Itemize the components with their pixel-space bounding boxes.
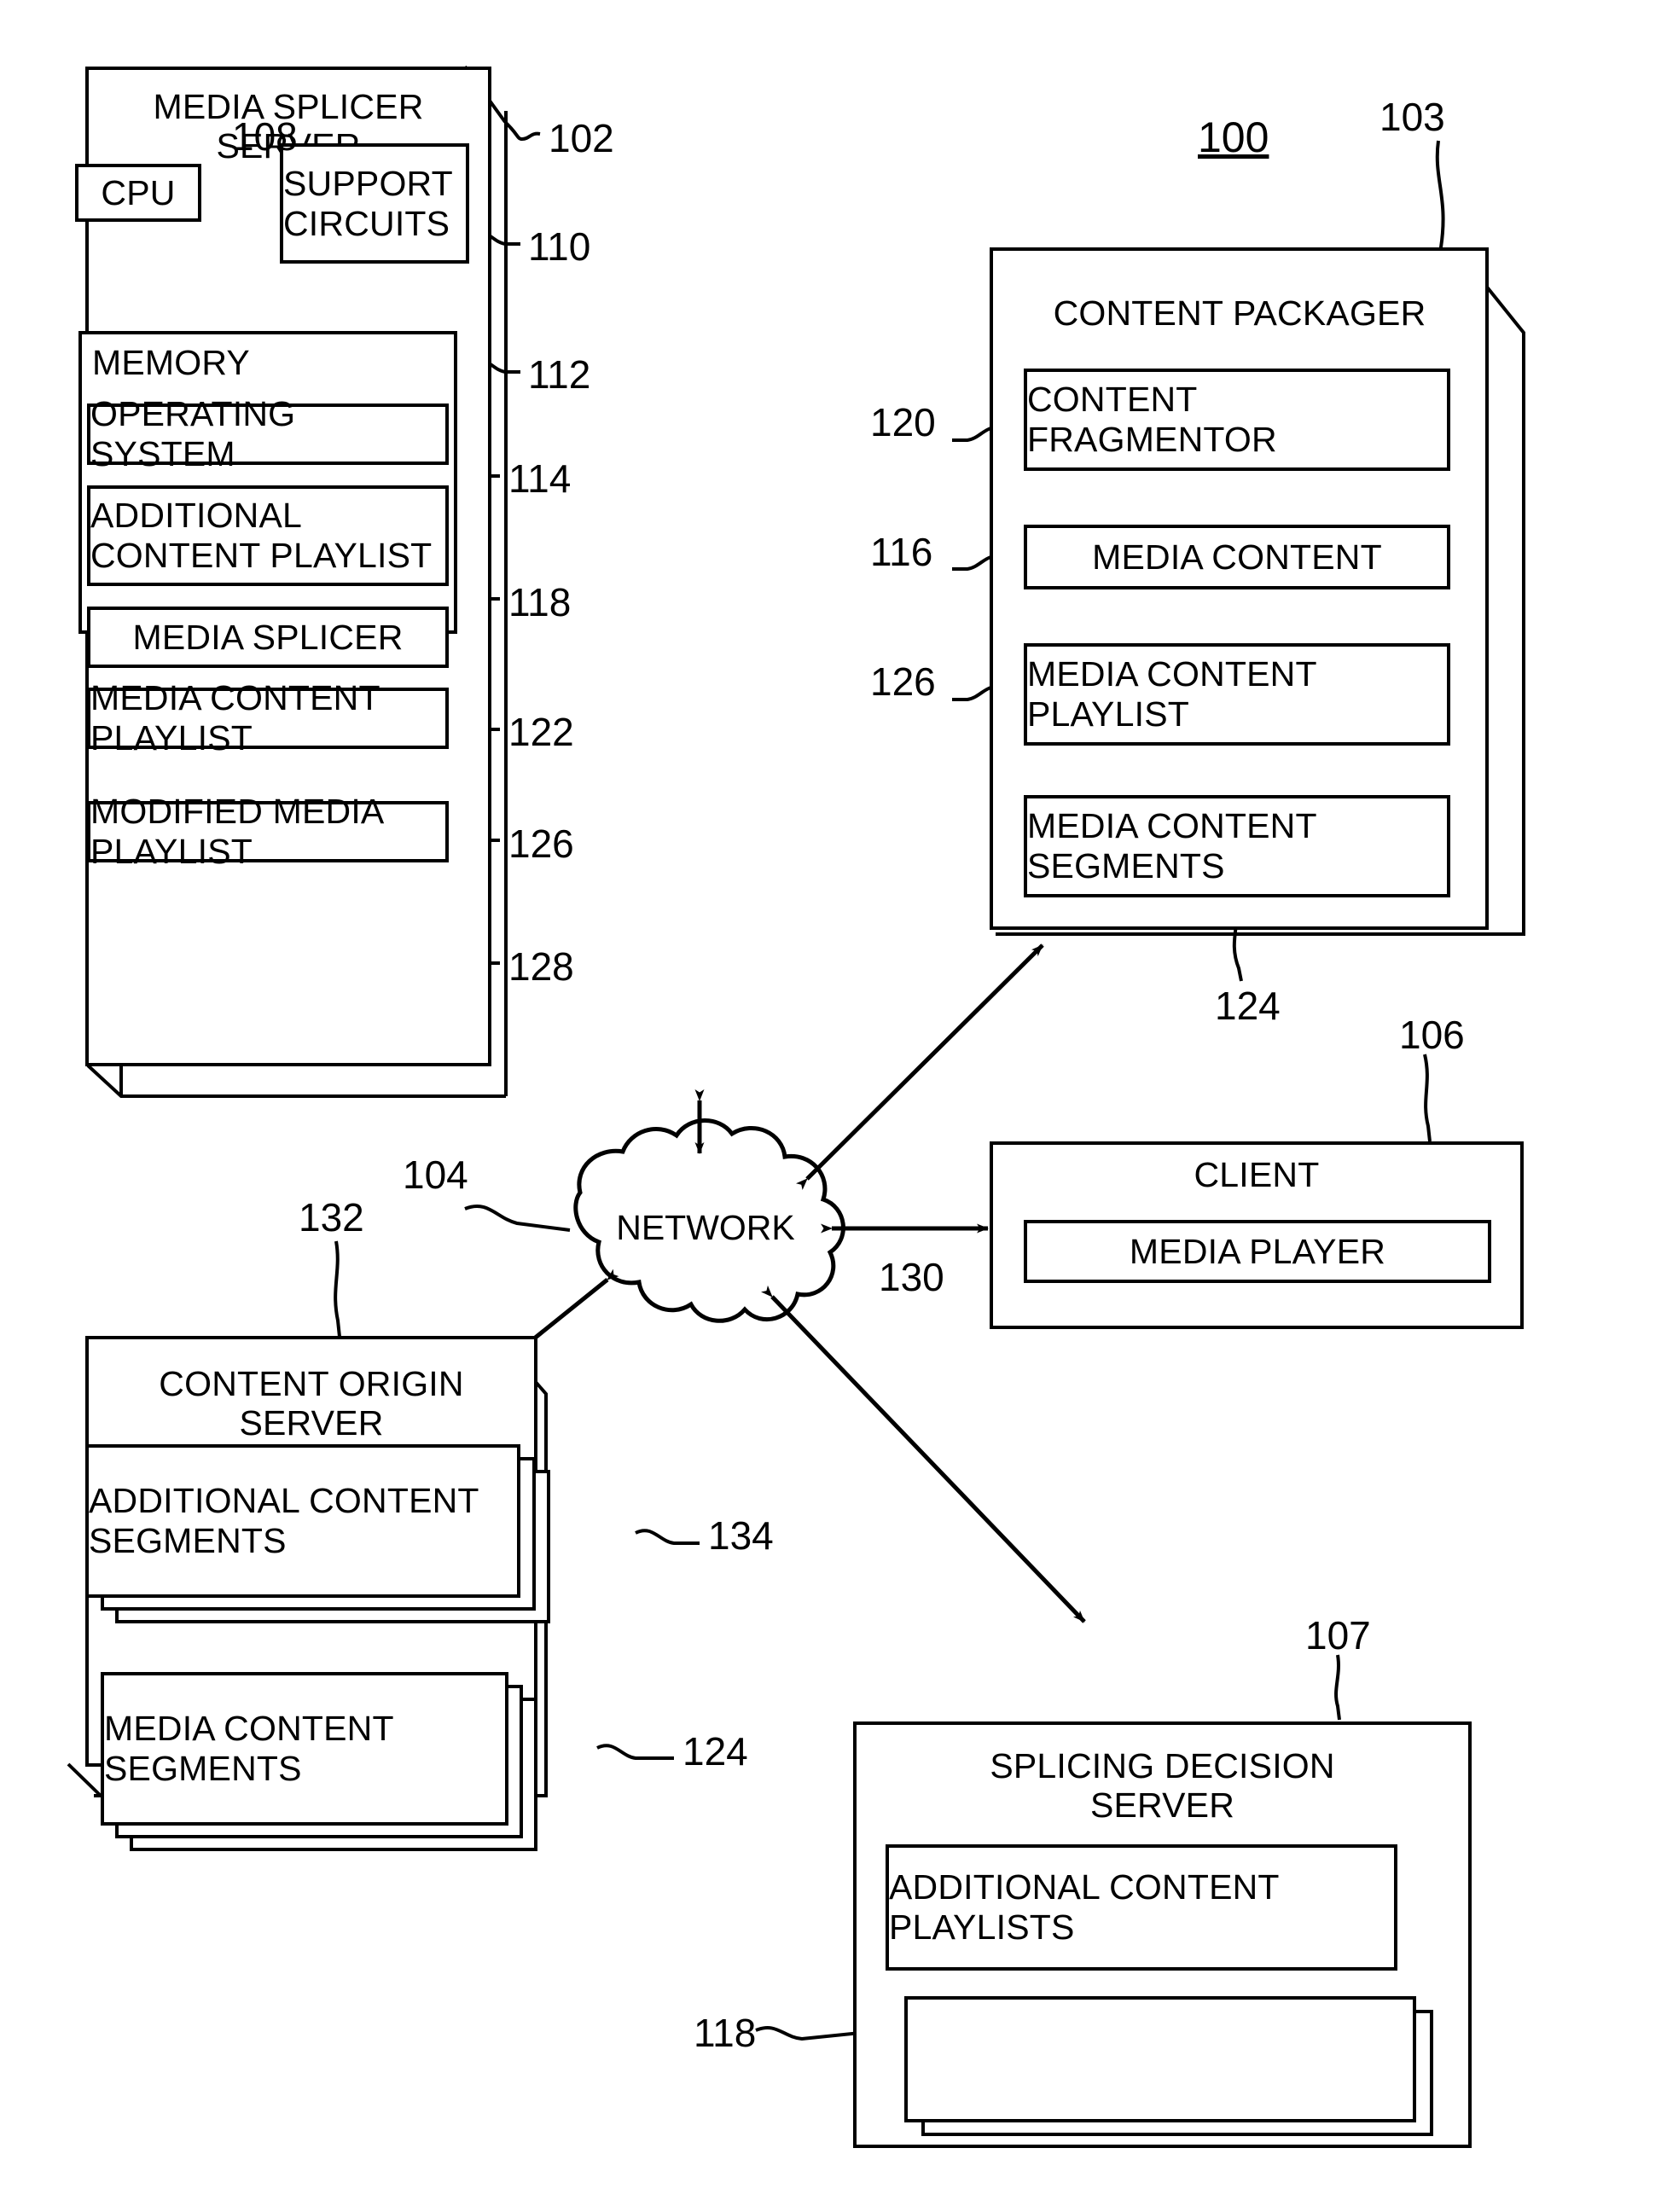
content-packager-item-label: MEDIA CONTENT SEGMENTS: [1027, 806, 1316, 885]
memory-item-modified-media-playlist: MODIFIED MEDIA PLAYLIST: [87, 792, 449, 871]
ref-126-packager: 126: [870, 659, 936, 704]
content-packager-item-media-content-segments: MEDIA CONTENT SEGMENTS: [1024, 795, 1450, 897]
ref-134: 134: [708, 1513, 774, 1558]
content-origin-item-label: ADDITIONAL CONTENT SEGMENTS: [89, 1481, 479, 1560]
network-label: NETWORK: [616, 1208, 795, 1247]
content-packager-item-label: MEDIA CONTENT PLAYLIST: [1027, 654, 1316, 734]
additional-content-playlists-stack-2: [904, 1996, 1416, 2122]
memory-item-label: ADDITIONAL CONTENT PLAYLIST: [90, 496, 433, 575]
content-origin-server-title: CONTENT ORIGIN SERVER: [159, 1364, 464, 1443]
support-circuits-label: SUPPORT CIRCUITS: [283, 163, 453, 243]
content-origin-item-label: MEDIA CONTENT SEGMENTS: [104, 1709, 393, 1788]
ref-130: 130: [879, 1255, 944, 1299]
ref-114: 114: [508, 456, 572, 501]
support-circuits-box: SUPPORT CIRCUITS: [280, 143, 469, 264]
memory-item-media-content-playlist: MEDIA CONTENT PLAYLIST: [87, 678, 449, 758]
cpu-label: CPU: [101, 172, 176, 212]
ref-120: 120: [870, 400, 936, 444]
ref-124-origin: 124: [682, 1729, 748, 1774]
client-item-media-player: MEDIA PLAYER: [1024, 1220, 1491, 1283]
content-packager-item-content-fragmentor: CONTENT FRAGMENTOR: [1024, 369, 1450, 471]
ref-106: 106: [1399, 1013, 1465, 1057]
ref-104: 104: [403, 1152, 468, 1197]
memory-item-operating-system: OPERATING SYSTEM: [87, 394, 449, 473]
client-item-label: MEDIA PLAYER: [1129, 1231, 1386, 1271]
ref-112: 112: [528, 352, 591, 397]
content-packager-item-label: MEDIA CONTENT: [1092, 537, 1382, 577]
patent-figure: MEDIA SPLICER SERVER CPU SUPPORT CIRCUIT…: [0, 0, 1667, 2212]
content-packager-item-label: CONTENT FRAGMENTOR: [1027, 380, 1277, 459]
memory-item-media-splicer: MEDIA SPLICER: [87, 607, 449, 668]
ref-102: 102: [549, 116, 614, 160]
content-packager-title: CONTENT PACKAGER: [1053, 293, 1426, 333]
content-packager-item-media-content: MEDIA CONTENT: [1024, 525, 1450, 589]
memory-item-additional-content-playlist: ADDITIONAL CONTENT PLAYLIST: [87, 485, 449, 586]
ref-126-memory: 126: [508, 822, 574, 866]
ref-124-packager: 124: [1215, 984, 1281, 1028]
ref-118: 118: [508, 580, 572, 624]
cpu-box: CPU: [75, 164, 201, 222]
splicing-decision-server-title: SPLICING DECISION SERVER: [990, 1746, 1335, 1825]
memory-item-label: OPERATING SYSTEM: [90, 394, 296, 473]
ref-110: 110: [528, 224, 591, 269]
memory-item-label: MEDIA SPLICER: [132, 617, 404, 657]
ref-128: 128: [508, 944, 574, 989]
splicing-decision-item-additional-content-playlists: ADDITIONAL CONTENT PLAYLISTS: [886, 1844, 1397, 1971]
splicing-decision-item-label: ADDITIONAL CONTENT PLAYLISTS: [889, 1867, 1279, 1947]
figure-number: 100: [1198, 113, 1269, 161]
content-origin-item-media-content-segments: MEDIA CONTENT SEGMENTS: [101, 1672, 508, 1826]
content-origin-item-additional-content-segments: ADDITIONAL CONTENT SEGMENTS: [85, 1444, 520, 1598]
client-title: CLIENT: [1194, 1155, 1320, 1194]
content-packager-item-media-content-playlist: MEDIA CONTENT PLAYLIST: [1024, 643, 1450, 746]
ref-132: 132: [299, 1195, 364, 1240]
ref-108: 108: [232, 114, 298, 159]
ref-116: 116: [870, 530, 933, 574]
ref-103: 103: [1379, 95, 1445, 139]
ref-118-splicing: 118: [694, 2011, 757, 2055]
memory-label: MEMORY: [92, 343, 250, 382]
memory-item-label: MEDIA CONTENT PLAYLIST: [90, 678, 380, 758]
ref-122: 122: [508, 710, 574, 754]
memory-item-label: MODIFIED MEDIA PLAYLIST: [90, 792, 383, 871]
ref-107: 107: [1305, 1613, 1371, 1658]
